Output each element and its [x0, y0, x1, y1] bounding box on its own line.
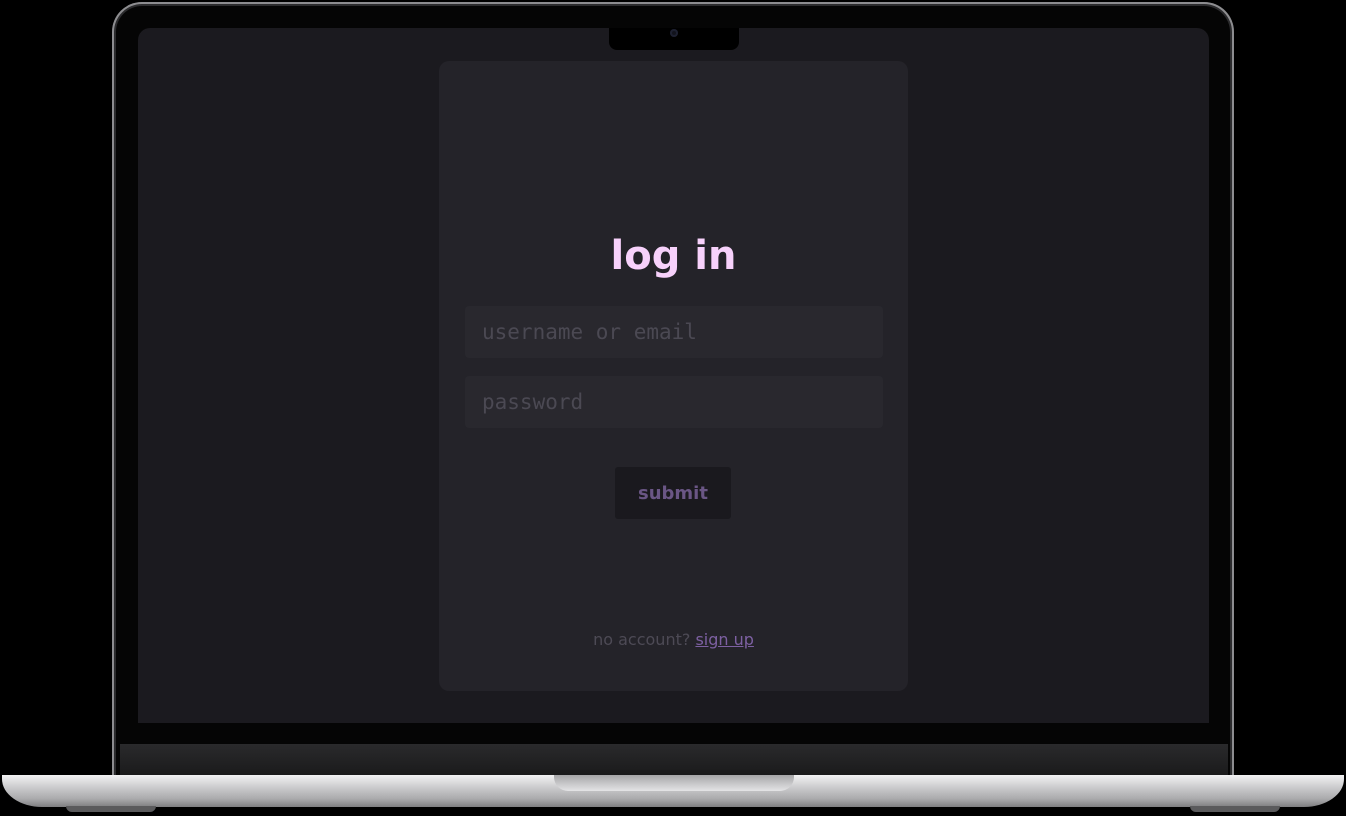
signup-prompt: no account? sign up [439, 630, 908, 649]
camera-icon [670, 29, 678, 37]
laptop-screen: log in submit no account? sign up [138, 28, 1209, 723]
password-input[interactable] [465, 376, 883, 428]
signup-link[interactable]: sign up [695, 630, 753, 649]
trackpad-notch [554, 775, 794, 791]
submit-button[interactable]: submit [615, 467, 731, 519]
laptop-foot-left [66, 806, 156, 812]
laptop-foot-right [1190, 806, 1280, 812]
screen-notch [609, 28, 739, 50]
laptop-base [2, 775, 1344, 807]
laptop-mockup: log in submit no account? sign up [0, 0, 1346, 816]
page-title: log in [610, 233, 737, 279]
login-card: log in submit no account? sign up [439, 61, 908, 691]
username-input[interactable] [465, 306, 883, 358]
no-account-text: no account? [593, 630, 691, 649]
laptop-hinge [120, 744, 1228, 776]
